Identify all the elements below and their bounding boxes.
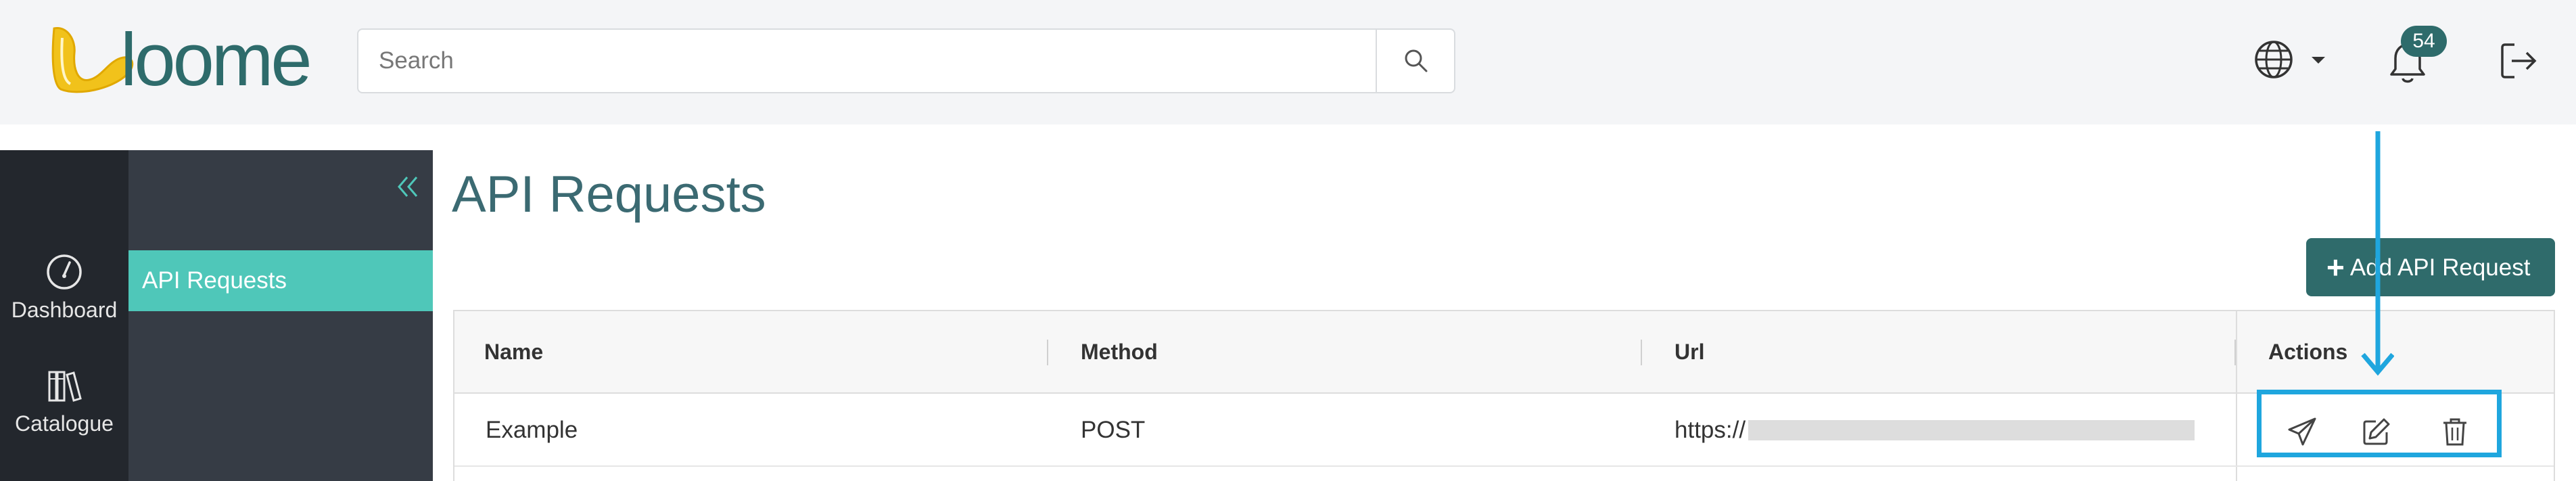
books-icon (48, 371, 82, 402)
rail-item-dashboard[interactable]: Dashboard (0, 253, 128, 323)
search-input[interactable] (358, 30, 1377, 92)
cell-method: POST (1081, 417, 1146, 443)
rail-item-label: Dashboard (11, 298, 118, 322)
search-icon (1405, 49, 1428, 72)
api-requests-table: Name Method Url Actions Example POST htt… (453, 310, 2555, 481)
top-header: loome 54 (0, 0, 2576, 124)
globe-icon (2255, 41, 2293, 78)
gauge-icon (47, 254, 82, 290)
annotation-highlight-box (2257, 390, 2502, 457)
rail-item-label: Catalogue (15, 411, 114, 436)
notifications-button[interactable]: 54 (2381, 26, 2448, 87)
logo-wordmark: loome (120, 20, 310, 101)
subnav-item-api-requests[interactable]: API Requests (128, 250, 433, 311)
plus-icon: + (2326, 250, 2345, 285)
collapse-sidebar-button[interactable] (394, 173, 427, 207)
annotation-arrow-icon (2361, 131, 2394, 376)
url-text: https:// (1675, 417, 1746, 443)
chevron-down-icon (2312, 57, 2325, 64)
notification-count-badge: 54 (2401, 26, 2447, 57)
page-title: API Requests (452, 166, 766, 223)
rail-item-catalogue[interactable]: Catalogue (0, 367, 128, 436)
double-chevron-left-icon (398, 177, 418, 197)
cell-name: Example (486, 417, 578, 443)
search-box (357, 28, 1455, 93)
logout-button[interactable] (2498, 41, 2543, 81)
column-resize-handle[interactable] (1641, 340, 1642, 365)
redacted-url (1748, 420, 2195, 440)
column-header-url[interactable]: Url (1675, 311, 1704, 392)
column-header-actions: Actions (2268, 340, 2348, 364)
loome-logo[interactable]: loome (47, 18, 331, 101)
column-header-name[interactable]: Name (484, 311, 543, 392)
table-row[interactable]: Example POST https:// (454, 394, 2554, 467)
cell-url: https:// (1675, 394, 2195, 467)
table-header: Name Method Url Actions (454, 311, 2554, 394)
add-api-request-button[interactable]: + Add API Request (2306, 238, 2555, 296)
language-selector[interactable] (2252, 38, 2326, 83)
secondary-sidebar: API Requests (128, 150, 433, 481)
column-header-method[interactable]: Method (1081, 311, 1158, 392)
logout-icon (2501, 43, 2537, 78)
search-button[interactable] (1376, 30, 1454, 92)
column-resize-handle[interactable] (1047, 340, 1048, 365)
primary-sidebar: Dashboard Catalogue (0, 150, 128, 481)
